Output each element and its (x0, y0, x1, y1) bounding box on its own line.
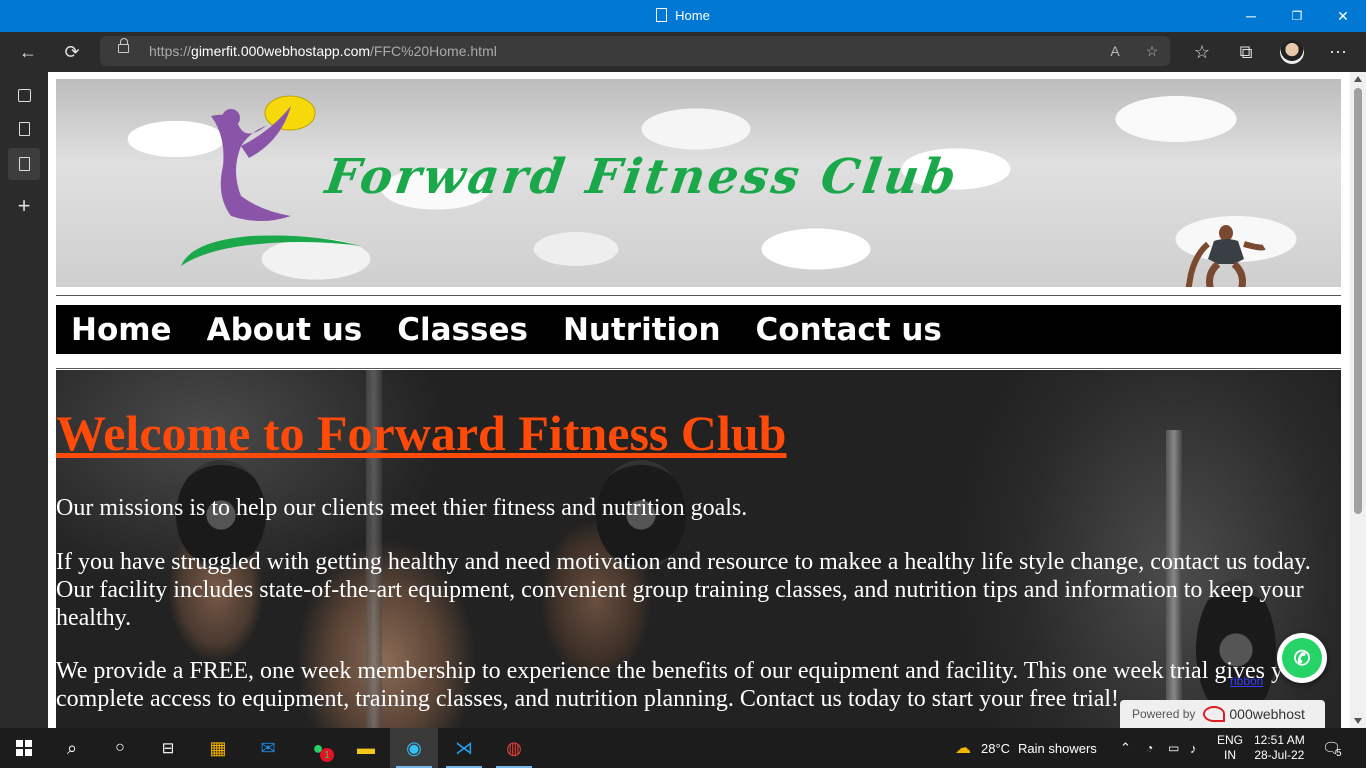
add-favorite-icon[interactable]: ☆ (1140, 39, 1164, 63)
scroll-down-arrow[interactable] (1354, 718, 1362, 724)
read-aloud-icon[interactable]: A (1103, 39, 1127, 63)
file-explorer-icon[interactable]: ▬ (342, 728, 390, 768)
weather-text: Rain showers (1018, 740, 1097, 756)
whatsapp-icon: ✆ (1282, 638, 1322, 678)
whatsapp-taskbar-icon[interactable]: ● 1 (294, 728, 342, 768)
vertical-tabs-sidebar: + (0, 72, 48, 728)
windows-taskbar: ⌕ ○ ⊟ ▦ ✉ ● 1 ▬ ◉ ⋊ ◍ ☁ 28°C Rain showers… (0, 728, 1366, 768)
search-icon[interactable]: ⌕ (48, 728, 96, 768)
powered-by-badge[interactable]: Powered by 000webhost (1120, 700, 1325, 728)
address-bar[interactable]: https://gimerfit.000webhostapp.com/FFC%2… (100, 36, 1170, 66)
cortana-icon[interactable]: ○ (96, 728, 144, 768)
powered-label: Powered by (1132, 707, 1196, 721)
collections-icon[interactable]: ⧉ (1230, 36, 1262, 68)
refresh-button[interactable]: ⟳ (56, 36, 88, 68)
more-options-icon[interactable]: ⋯ (1322, 36, 1354, 68)
minimize-button[interactable]: ─ (1228, 0, 1274, 32)
whatsapp-badge: 1 (320, 748, 334, 762)
window-title: Home (0, 8, 1366, 23)
volume-icon[interactable]: ♪ (1190, 728, 1197, 768)
nav-contact-us[interactable]: Contact us (756, 312, 942, 348)
main-nav: Home About us Classes Nutrition Contact … (56, 305, 1341, 354)
page-icon (656, 8, 668, 22)
divider (56, 295, 1341, 296)
profile-avatar[interactable] (1280, 40, 1304, 64)
page-scrollbar[interactable] (1350, 72, 1366, 728)
overlay-link[interactable]: ribbon (1230, 674, 1263, 688)
clock-time: 12:51 AM (1254, 733, 1305, 747)
webhost-logo-icon (1203, 706, 1226, 722)
scroll-up-arrow[interactable] (1354, 76, 1362, 82)
clock[interactable]: 12:51 AM 28-Jul-22 (1254, 728, 1305, 768)
lock-icon (118, 38, 129, 53)
lang-code: ENG (1217, 733, 1244, 747)
close-button[interactable]: ✕ (1320, 0, 1366, 32)
browser-toolbar: ← ⟳ https://gimerfit.000webhostapp.com/F… (0, 32, 1366, 72)
restore-button[interactable]: ❐ (1274, 0, 1320, 32)
network-icon[interactable]: ◔ (1146, 728, 1153, 768)
edge-icon[interactable]: ◉ (390, 728, 438, 768)
scrollbar-thumb[interactable] (1354, 88, 1362, 514)
chrome-icon[interactable]: ◍ (490, 728, 538, 768)
nav-nutrition[interactable]: Nutrition (563, 312, 721, 348)
nav-home[interactable]: Home (71, 312, 172, 348)
powered-host: 000webhost (1229, 706, 1305, 722)
vscode-icon[interactable]: ⋊ (440, 728, 488, 768)
windows-logo-icon (16, 740, 32, 756)
site-banner: Forward Fitness Club (56, 79, 1341, 287)
athlete-image (1185, 225, 1266, 287)
battery-icon[interactable]: ▭ (1168, 728, 1179, 768)
weather-widget[interactable]: ☁ 28°C Rain showers (955, 728, 1097, 768)
tab-page-icon[interactable] (8, 113, 40, 145)
favorites-icon[interactable]: ☆ (1186, 36, 1218, 68)
store-icon[interactable]: ▦ (194, 728, 242, 768)
language-indicator[interactable]: ENG IN (1217, 728, 1243, 768)
notification-center-icon[interactable]: 🗨 5 (1322, 728, 1342, 768)
tab-actions-icon[interactable] (8, 79, 40, 111)
window-title-text: Home (675, 8, 710, 23)
start-button[interactable] (0, 728, 48, 768)
divider (56, 368, 1341, 369)
nav-about-us[interactable]: About us (207, 312, 363, 348)
hero-section: Welcome to Forward Fitness Club Our miss… (56, 370, 1341, 728)
brand-title: Forward Fitness Club (322, 149, 963, 205)
weather-temp: 28°C (981, 740, 1011, 756)
new-tab-icon[interactable]: + (8, 190, 40, 222)
mail-icon[interactable]: ✉ (244, 728, 292, 768)
nav-classes[interactable]: Classes (397, 312, 528, 348)
lang-region: IN (1224, 748, 1236, 762)
notification-count: 5 (1336, 747, 1342, 759)
show-hidden-icons[interactable]: ⌃ (1120, 728, 1131, 768)
weather-icon: ☁ (955, 740, 971, 757)
clock-date: 28-Jul-22 (1254, 748, 1305, 762)
page-viewport: Forward Fitness Club Home About us Class… (48, 72, 1350, 728)
welcome-heading: Welcome to Forward Fitness Club (56, 405, 787, 461)
title-bar: Home ─ ❐ ✕ (0, 0, 1366, 32)
mission-paragraph: Our missions is to help our clients meet… (56, 495, 748, 521)
task-view-icon[interactable]: ⊟ (144, 728, 192, 768)
url-text: https://gimerfit.000webhostapp.com/FFC%2… (149, 43, 497, 59)
back-button[interactable]: ← (12, 36, 44, 68)
facility-paragraph: If you have struggled with getting healt… (56, 549, 1311, 631)
whatsapp-chat-button[interactable]: ✆ (1277, 633, 1327, 683)
tab-home-active[interactable] (8, 148, 40, 180)
